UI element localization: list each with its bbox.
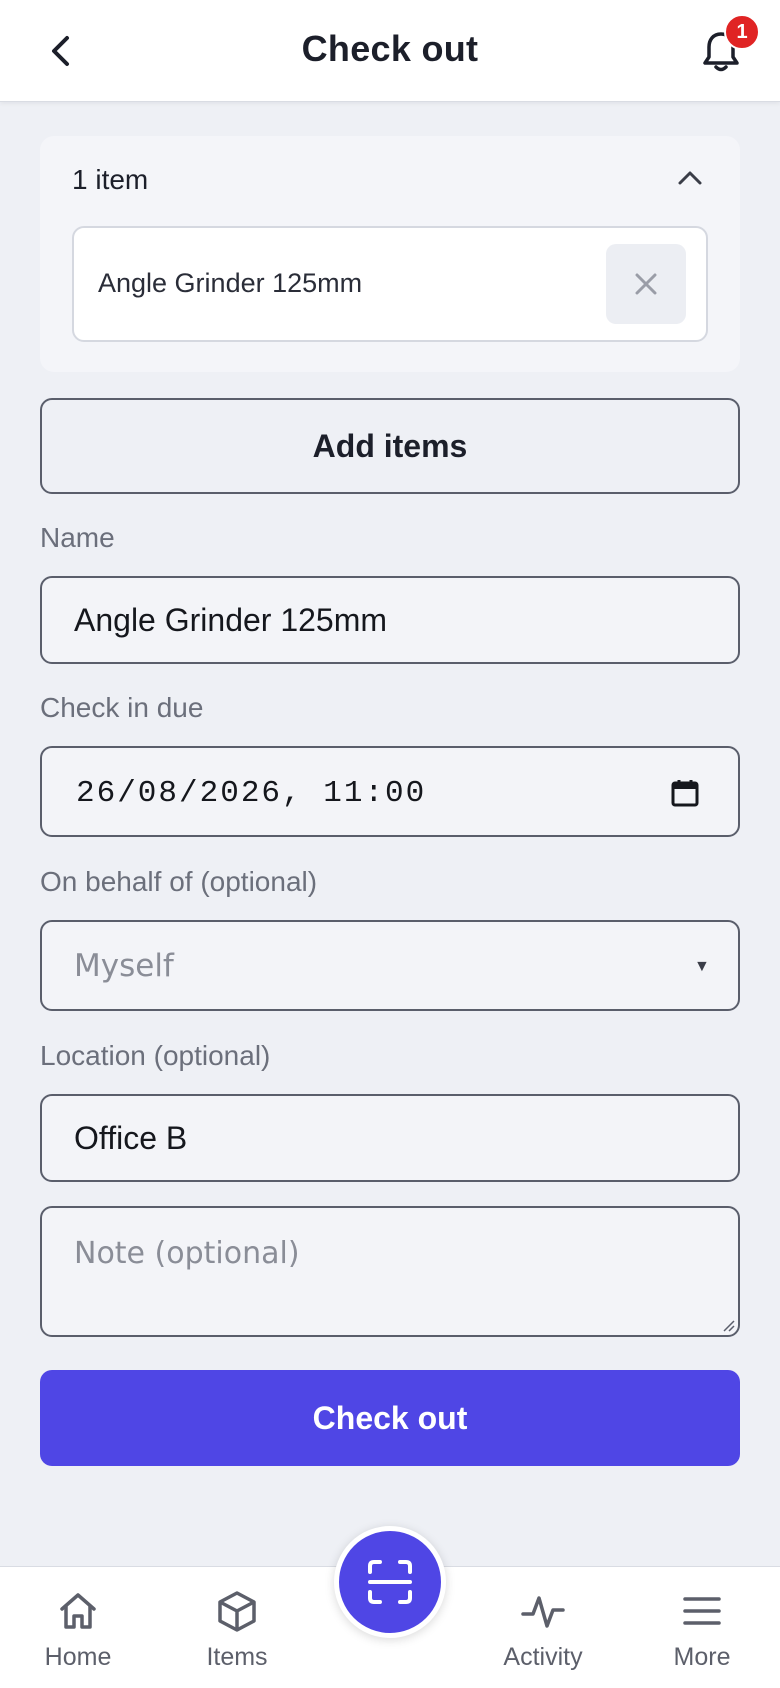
note-textarea[interactable]: Note (optional): [40, 1206, 740, 1337]
list-item: Angle Grinder 125mm: [72, 226, 708, 342]
activity-icon: [521, 1596, 565, 1628]
name-field-value: Angle Grinder 125mm: [74, 602, 388, 638]
check-in-due-label: Check in due: [40, 692, 204, 723]
collapse-button[interactable]: [670, 158, 710, 198]
nav-item-items[interactable]: Items: [177, 1589, 297, 1685]
items-count: 1 item: [72, 164, 149, 195]
menu-icon: [683, 1597, 721, 1625]
location-field-value: Office B: [74, 1120, 188, 1156]
location-label: Location (optional): [40, 1040, 271, 1071]
nav-label-items: Items: [206, 1643, 268, 1671]
nav-item-activity[interactable]: Activity: [483, 1589, 603, 1685]
home-icon: [60, 1593, 96, 1629]
resize-handle-icon[interactable]: [720, 1317, 736, 1333]
name-label: Name: [40, 522, 115, 553]
nav-item-home[interactable]: Home: [18, 1589, 138, 1685]
scan-icon: [368, 1560, 412, 1604]
name-field[interactable]: Angle Grinder 125mm: [40, 576, 740, 664]
selected-items-card: 1 item Angle Grinder 125mm: [40, 136, 740, 372]
nav-label-home: Home: [44, 1643, 112, 1671]
calendar-icon[interactable]: [670, 778, 700, 808]
chevron-up-icon: [678, 171, 702, 185]
dropdown-arrow-icon: ▼: [694, 958, 710, 975]
close-icon: [635, 273, 657, 295]
nav-item-more[interactable]: More: [642, 1589, 762, 1685]
remove-item-button[interactable]: [606, 244, 686, 324]
nav-label-more: More: [673, 1643, 731, 1671]
location-field[interactable]: Office B: [40, 1094, 740, 1182]
top-bar: Check out 1: [0, 0, 780, 102]
check-in-due-value: 26/08/2026, 11:00: [76, 776, 427, 811]
nav-label-activity: Activity: [503, 1643, 583, 1671]
on-behalf-of-select[interactable]: Myself ▼: [40, 920, 740, 1011]
page-title: Check out: [301, 28, 479, 69]
check-in-due-field[interactable]: 26/08/2026, 11:00: [40, 746, 740, 837]
on-behalf-of-label: On behalf of (optional): [40, 866, 318, 897]
notification-badge: 1: [724, 14, 760, 50]
note-placeholder: Note (optional): [74, 1236, 300, 1271]
item-name: Angle Grinder 125mm: [98, 268, 363, 298]
box-icon: [218, 1591, 256, 1632]
on-behalf-of-value: Myself: [74, 948, 174, 984]
scan-button[interactable]: [334, 1526, 446, 1638]
add-items-button[interactable]: Add items: [40, 398, 740, 494]
check-out-button[interactable]: Check out: [40, 1370, 740, 1466]
